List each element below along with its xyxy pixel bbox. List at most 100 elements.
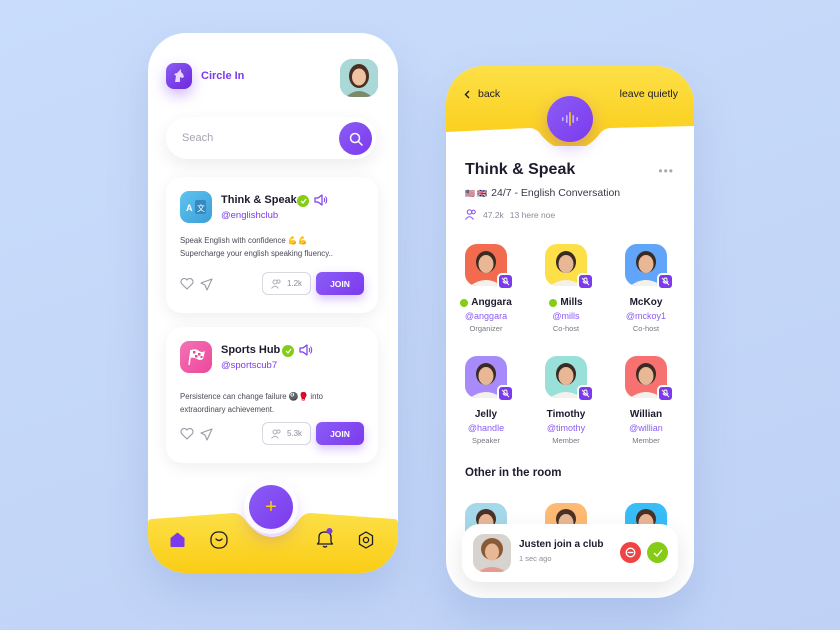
svg-text:A: A (186, 203, 193, 213)
users-icon (271, 428, 281, 439)
member-handle[interactable]: @anggara (446, 311, 526, 321)
accept-button[interactable] (647, 542, 668, 563)
search-button[interactable] (339, 122, 372, 155)
here-now-count: 13 here noe (509, 209, 556, 220)
mic-muted-icon (497, 385, 514, 402)
flag-icons: 🇺🇸 🇬🇧 (465, 188, 488, 198)
decline-button[interactable] (620, 542, 641, 563)
leave-quietly-button[interactable]: leave quietly (620, 88, 678, 100)
block-icon (625, 547, 636, 558)
back-button[interactable]: back (464, 88, 500, 100)
club-name: Sports Hub (221, 344, 281, 356)
create-room-button[interactable]: + (249, 485, 293, 529)
member-handle[interactable]: @willian (606, 423, 686, 433)
room-screen: back leave quietly Think & Speak ••• 🇺🇸 … (446, 66, 694, 598)
speaker-icon (314, 194, 328, 206)
audio-wave-icon (562, 112, 578, 126)
users-icon (271, 278, 281, 289)
chevron-left-icon (464, 90, 470, 98)
member-handle[interactable]: @timothy (526, 423, 606, 433)
member-name: McKoy (629, 297, 663, 308)
club-description: Speak English with confidence 💪💪 Superch… (180, 235, 370, 260)
club-card[interactable]: A文 Think & Speak @englishclub Speak Engl… (166, 177, 378, 313)
member-name: Willian (629, 409, 663, 420)
club-card[interactable]: Sports Hub @sportscub7 Persistence can c… (166, 327, 378, 463)
member-name-row: McKoy (606, 297, 686, 308)
app-name: Circle In (201, 70, 245, 82)
member-role: Speaker (472, 436, 500, 445)
member-avatar[interactable] (545, 356, 594, 402)
join-notification: Justen join a club 1 sec ago (462, 524, 678, 582)
heart-icon[interactable] (180, 278, 194, 290)
member-avatar[interactable] (465, 356, 514, 402)
member-tile[interactable]: Willian @willian Member (606, 356, 686, 445)
send-icon[interactable] (200, 278, 213, 291)
toast-avatar (473, 534, 511, 572)
join-button[interactable]: JOIN (316, 422, 364, 445)
member-tile[interactable]: Anggara @anggara Organizer (446, 244, 526, 333)
home-screen: Circle In Seach A文 Think & Speak @englis… (148, 33, 398, 573)
audio-wave-button[interactable] (547, 96, 593, 142)
search-bar[interactable]: Seach (166, 117, 376, 159)
online-indicator-icon (460, 298, 469, 307)
room-subtitle-text: 24/7 - English Conversation (491, 187, 621, 199)
member-avatar[interactable] (465, 244, 514, 290)
checkered-flag-icon (180, 341, 212, 373)
search-input[interactable]: Seach (182, 132, 213, 144)
member-name-row: Anggara (446, 297, 526, 308)
member-tile[interactable]: Timothy @timothy Member (526, 356, 606, 445)
member-role: Member (552, 436, 580, 445)
mic-muted-icon (657, 385, 674, 402)
others-section-title: Other in the room (465, 467, 562, 479)
member-count-value: 5.3k (286, 429, 303, 438)
member-tile[interactable]: McKoy @mckoy1 Co-host (606, 244, 686, 333)
club-description: Persistence can change failure 🎱🥊 into e… (180, 391, 370, 416)
member-avatar[interactable] (625, 244, 674, 290)
member-name: Jelly (474, 409, 498, 420)
online-indicator-icon (549, 298, 558, 307)
verified-icon (282, 345, 294, 357)
club-handle[interactable]: @englishclub (221, 210, 278, 221)
club-handle[interactable]: @sportscub7 (221, 360, 277, 371)
member-avatar[interactable] (625, 356, 674, 402)
heart-icon[interactable] (180, 428, 194, 440)
room-stats: 47.2k 13 here noe (465, 209, 555, 220)
member-handle[interactable]: @handle (446, 423, 526, 433)
member-name-row: Mills (526, 297, 606, 308)
description-line: Speak English with confidence 💪💪 (180, 236, 308, 245)
member-name-row: Timothy (526, 409, 606, 420)
member-handle[interactable]: @mills (526, 311, 606, 321)
svg-text:文: 文 (197, 203, 205, 213)
users-icon (465, 209, 476, 220)
member-name-row: Willian (606, 409, 686, 420)
settings-icon[interactable] (357, 531, 375, 549)
room-subtitle: 🇺🇸 🇬🇧 24/7 - English Conversation (465, 187, 620, 199)
mic-muted-icon (497, 273, 514, 290)
member-role: Co-host (632, 324, 660, 333)
member-avatar[interactable] (545, 244, 594, 290)
member-name: Mills (560, 297, 583, 308)
translate-icon: A文 (180, 191, 212, 223)
member-count-value: 1.2k (286, 279, 303, 288)
member-role: Organizer (469, 324, 503, 333)
app-brand: Circle In (166, 63, 244, 89)
unicorn-icon (166, 63, 192, 89)
home-icon[interactable] (169, 531, 186, 548)
member-tile[interactable]: Jelly @handle Speaker (446, 356, 526, 445)
description-line: extraordinary achievement. (180, 404, 275, 414)
toast-time: 1 sec ago (519, 554, 552, 563)
member-count: 5.3k (262, 422, 311, 445)
join-button[interactable]: JOIN (316, 272, 364, 295)
club-name: Think & Speak (221, 194, 297, 206)
profile-avatar[interactable] (340, 59, 378, 97)
smile-icon[interactable] (210, 531, 228, 549)
mic-muted-icon (577, 385, 594, 402)
bell-icon[interactable] (315, 527, 335, 549)
member-role: Member (632, 436, 660, 445)
member-handle[interactable]: @mckoy1 (606, 311, 686, 321)
more-options-icon[interactable]: ••• (658, 164, 674, 178)
member-tile[interactable]: Mills @mills Co-host (526, 244, 606, 333)
send-icon[interactable] (200, 428, 213, 441)
member-count: 1.2k (262, 272, 311, 295)
member-name: Timothy (546, 409, 586, 420)
